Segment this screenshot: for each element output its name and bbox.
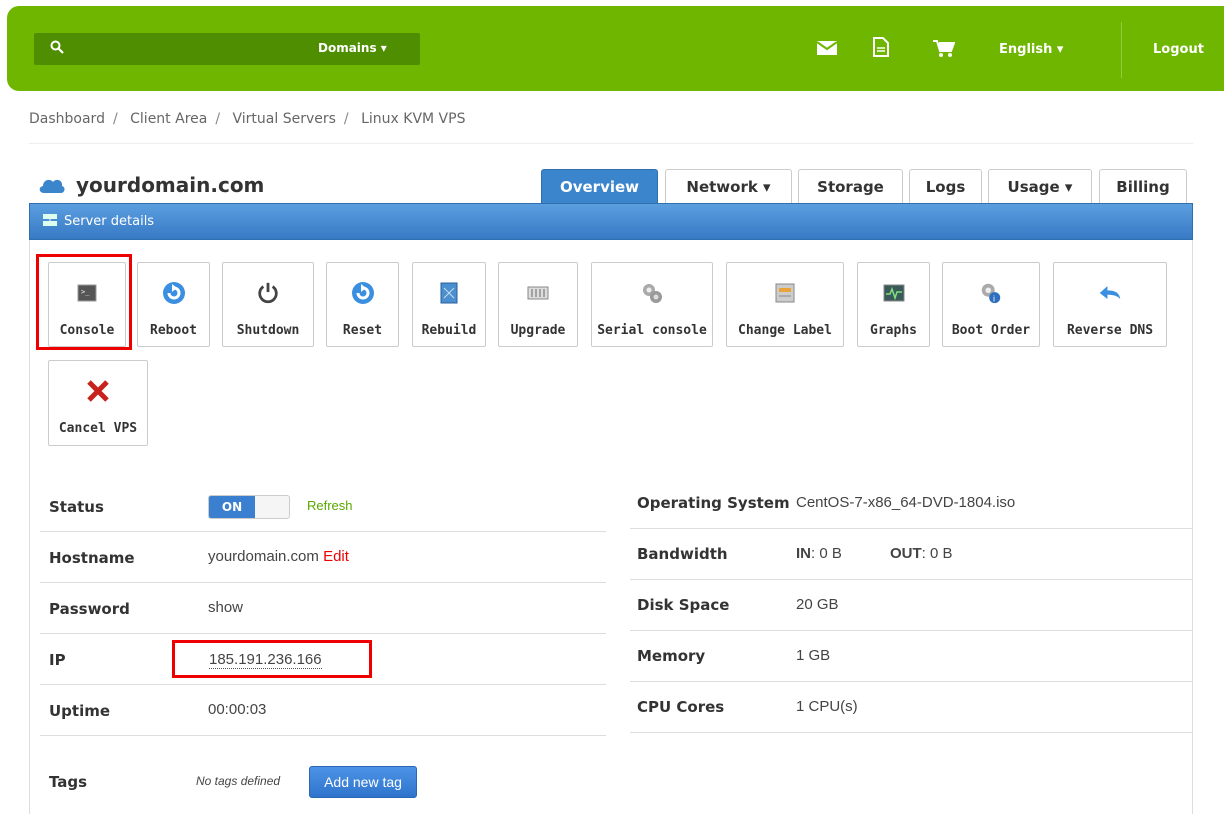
- status-toggle[interactable]: ON: [208, 495, 290, 519]
- no-tags-text: No tags defined: [196, 774, 281, 788]
- cart-icon[interactable]: [933, 40, 956, 58]
- divider: [29, 143, 1193, 144]
- change-label-button[interactable]: Change Label: [726, 262, 844, 347]
- server-name: yourdomain.com: [76, 173, 265, 197]
- edit-hostname-link[interactable]: Edit: [323, 548, 349, 565]
- svg-text:i: i: [993, 293, 995, 303]
- top-navbar: Domains ▾ English ▾ Logout: [7, 6, 1224, 91]
- domains-dropdown[interactable]: Domains ▾: [318, 41, 387, 55]
- show-password-link[interactable]: show: [208, 599, 243, 616]
- label-icon: [773, 281, 797, 305]
- hostname-value: yourdomain.com: [208, 548, 319, 565]
- tab-usage[interactable]: Usage ▾: [988, 169, 1092, 204]
- breadcrumb-dashboard[interactable]: Dashboard: [29, 111, 105, 127]
- server-icon: [42, 213, 58, 231]
- navbar-divider: [1121, 22, 1122, 78]
- breadcrumb-current: Linux KVM VPS: [361, 111, 466, 127]
- tags-label: Tags: [49, 773, 88, 791]
- serial-console-button[interactable]: Serial console: [591, 262, 713, 347]
- reset-icon: [351, 281, 375, 305]
- uptime-row: Uptime 00:00:03: [40, 685, 606, 736]
- breadcrumb-client-area[interactable]: Client Area: [130, 111, 207, 127]
- graphs-button[interactable]: Graphs: [857, 262, 930, 347]
- language-dropdown[interactable]: English ▾: [999, 42, 1063, 57]
- memory-row: Memory 1 GB: [630, 631, 1192, 682]
- search-input[interactable]: [74, 37, 304, 61]
- search-bar: Domains ▾: [34, 33, 420, 65]
- rebuild-icon: [437, 281, 461, 305]
- cpu-value: 1 CPU(s): [796, 698, 858, 715]
- upgrade-button[interactable]: Upgrade: [498, 262, 578, 347]
- bandwidth-row: Bandwidth IN: 0 B OUT: 0 B: [630, 529, 1192, 580]
- highlight-box: [36, 254, 132, 350]
- boot-order-icon: i: [979, 281, 1003, 305]
- reverse-dns-icon: [1098, 281, 1122, 305]
- rebuild-button[interactable]: Rebuild: [412, 262, 486, 347]
- os-value: CentOS-7-x86_64-DVD-1804.iso: [796, 494, 1016, 511]
- envelope-icon[interactable]: [816, 40, 839, 58]
- page-title: yourdomain.com: [38, 173, 264, 197]
- disk-row: Disk Space 20 GB: [630, 580, 1192, 631]
- breadcrumb-virtual-servers[interactable]: Virtual Servers: [233, 111, 336, 127]
- reverse-dns-button[interactable]: Reverse DNS: [1053, 262, 1167, 347]
- refresh-link[interactable]: Refresh: [307, 498, 353, 513]
- cpu-row: CPU Cores 1 CPU(s): [630, 682, 1192, 733]
- highlight-box: [172, 640, 372, 678]
- status-row: Status ON Refresh: [40, 481, 606, 532]
- panel-header: Server details: [29, 203, 1193, 240]
- logout-button[interactable]: Logout: [1153, 42, 1204, 57]
- tab-billing[interactable]: Billing: [1099, 169, 1187, 204]
- password-row: Password show: [40, 583, 606, 634]
- reboot-button[interactable]: Reboot: [137, 262, 210, 347]
- reset-button[interactable]: Reset: [326, 262, 399, 347]
- search-icon[interactable]: [50, 39, 64, 58]
- document-icon[interactable]: [873, 37, 895, 57]
- serial-console-icon: [640, 281, 664, 305]
- bandwidth-out: OUT: 0 B: [890, 545, 953, 562]
- uptime-value: 00:00:03: [208, 701, 267, 718]
- shutdown-button[interactable]: Shutdown: [222, 262, 314, 347]
- disk-value: 20 GB: [796, 596, 839, 613]
- graphs-icon: [882, 281, 906, 305]
- tab-network[interactable]: Network ▾: [665, 169, 792, 204]
- memory-value: 1 GB: [796, 647, 831, 664]
- bandwidth-in: IN: 0 B: [796, 545, 842, 562]
- cancel-vps-button[interactable]: Cancel VPS: [48, 360, 148, 446]
- tab-logs[interactable]: Logs: [909, 169, 982, 204]
- hostname-row: Hostname yourdomain.com Edit: [40, 532, 606, 583]
- upgrade-icon: [526, 281, 550, 305]
- reboot-icon: [162, 281, 186, 305]
- cancel-icon: [86, 379, 110, 403]
- os-row: Operating System CentOS-7-x86_64-DVD-180…: [630, 478, 1192, 529]
- tab-overview[interactable]: Overview: [541, 169, 658, 204]
- boot-order-button[interactable]: i Boot Order: [942, 262, 1040, 347]
- tab-storage[interactable]: Storage: [798, 169, 903, 204]
- cloud-icon: [39, 179, 65, 193]
- power-icon: [256, 281, 280, 305]
- breadcrumb: Dashboard / Client Area / Virtual Servers /…: [29, 111, 466, 127]
- panel-title: Server details: [64, 214, 155, 229]
- add-tag-button[interactable]: Add new tag: [309, 766, 417, 798]
